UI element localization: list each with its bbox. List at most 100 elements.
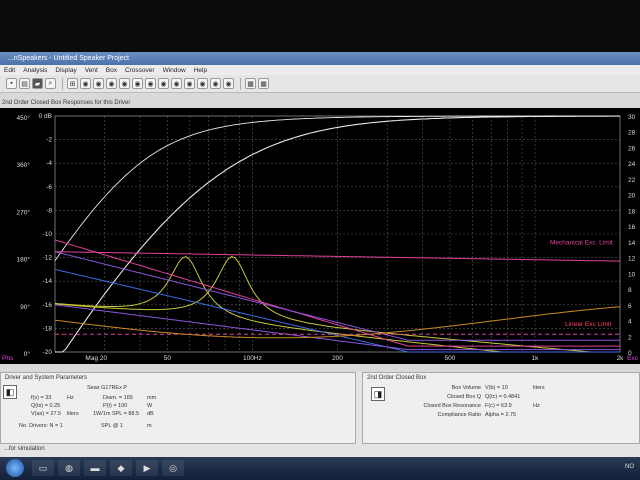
diam-value[interactable]: Diam. = 165 — [103, 395, 133, 401]
window-title: ...nSpeakers - Untitled Speaker Project — [8, 55, 130, 62]
target-icon[interactable]: ◉ — [171, 78, 182, 89]
power-value[interactable]: P(t) = 100 — [103, 403, 127, 409]
db-tick-label: -6 — [46, 184, 52, 191]
vas-unit: liters — [67, 411, 79, 417]
menu-vent[interactable]: Vent — [85, 67, 98, 74]
grid-icon[interactable]: ▦ — [258, 78, 269, 89]
diam-unit: mm — [147, 395, 157, 401]
excursion-tick-label: 16 — [628, 224, 636, 231]
browser-icon[interactable]: ◍ — [58, 460, 80, 476]
fs-value[interactable]: f(s) = 33 — [31, 395, 51, 401]
speaker-app-icon[interactable]: ◎ — [162, 460, 184, 476]
menu-crossover[interactable]: Crossover — [125, 67, 155, 74]
target-icon[interactable]: ◉ — [158, 78, 169, 89]
box-resonance-value[interactable]: F(c) = 63.9 — [485, 403, 512, 409]
frequency-tick-label: 200 — [332, 355, 343, 362]
box-volume-value[interactable]: V(b) = 10 — [485, 385, 508, 391]
box-panel: 2nd Order Closed Box ◨ Box Volume V(b) =… — [362, 372, 640, 444]
target-icon[interactable]: ◉ — [145, 78, 156, 89]
target-icon[interactable]: ◉ — [119, 78, 130, 89]
app-icon[interactable]: ◆ — [110, 460, 132, 476]
target-icon[interactable]: ◉ — [223, 78, 234, 89]
phase-tick-label: 0° — [24, 350, 31, 358]
target-icon[interactable]: ◉ — [106, 78, 117, 89]
status-bar: ...for simulation — [4, 446, 45, 452]
zoom-icon[interactable]: ⌕ — [45, 78, 56, 89]
menu-analysis[interactable]: Analysis — [23, 67, 47, 74]
vas-value[interactable]: V(as) = 27.5 — [31, 411, 61, 417]
phase-tick-label: 180° — [17, 256, 31, 264]
driver-panel-title: Driver and System Parameters — [5, 375, 88, 381]
toolbar: ▪ ▤ ▰ ⌕ ⊞ ◉ ◉ ◉ ◉ ◉ ◉ ◉ ◉ ◉ ◉ ◉ ◉ ▦ ▦ — [0, 75, 640, 93]
target-icon[interactable]: ◉ — [197, 78, 208, 89]
grid-icon[interactable]: ▦ — [245, 78, 256, 89]
target-icon[interactable]: ◉ — [184, 78, 195, 89]
print-icon[interactable]: ▤ — [19, 78, 30, 89]
target-icon[interactable]: ◉ — [80, 78, 91, 89]
menu-box[interactable]: Box — [106, 67, 117, 74]
graph-title-bar: 2nd Order Closed Box Responses for this … — [0, 97, 640, 108]
menu-display[interactable]: Display — [55, 67, 76, 74]
media-icon[interactable]: ▶ — [136, 460, 158, 476]
frequency-tick-label: 100Hz — [243, 355, 262, 362]
driver-panel: Driver and System Parameters ◧ Seas G17R… — [0, 372, 356, 444]
toolbar-divider — [62, 77, 63, 90]
excursion-tick-label: 12 — [628, 256, 636, 263]
excursion-corner-label: Exc — [627, 355, 639, 362]
excursion-tick-label: 30 — [628, 114, 636, 121]
start-button[interactable] — [6, 459, 24, 477]
toolbar-divider — [240, 77, 241, 90]
save-icon[interactable]: ▪ — [6, 78, 17, 89]
frequency-tick-label: Mag 20 — [85, 355, 107, 362]
compliance-value[interactable]: Alpha = 2.75 — [485, 412, 516, 418]
db-tick-label: -14 — [43, 278, 53, 285]
phase-tick-label: 90° — [20, 303, 30, 311]
spl-distance[interactable]: SPL @ 1 — [101, 423, 123, 429]
response-graph[interactable]: 450° 360° 270° 180° 90° 0° 0 dB -2 -4 -6 -8 -10 -12 -… — [0, 108, 640, 364]
menu-window[interactable]: Window — [163, 67, 186, 74]
open-icon[interactable]: ▰ — [32, 78, 43, 89]
excursion-tick-label: 6 — [628, 303, 632, 310]
box-q-label: Closed Box Q — [447, 394, 481, 400]
excursion-tick-label: 18 — [628, 208, 636, 215]
phase-tick-label: 270° — [17, 208, 31, 216]
qts-value[interactable]: Q(ts) = 0.25 — [31, 403, 60, 409]
spl-unit: dB — [147, 411, 154, 417]
menu-help[interactable]: Help — [194, 67, 207, 74]
chart-icon[interactable]: ⊞ — [67, 78, 78, 89]
system-tray[interactable]: NO — [625, 464, 634, 470]
excursion-tick-label: 8 — [628, 287, 632, 294]
box-icon[interactable]: ◨ — [371, 387, 385, 401]
excursion-tick-label: 14 — [628, 240, 636, 247]
db-tick-label: -8 — [46, 207, 52, 214]
frequency-tick-label: 50 — [164, 355, 172, 362]
db-tick-label: -20 — [43, 349, 53, 356]
frequency-tick-label: 1k — [532, 355, 540, 362]
mechanical-limit-label: Mechanical Exc. Limit — [550, 240, 613, 247]
driver-name[interactable]: Seas G17REx P — [87, 385, 127, 391]
phase-corner-label: Phs — [2, 355, 14, 362]
speaker-icon[interactable]: ◧ — [3, 385, 17, 399]
excursion-tick-label: 10 — [628, 271, 636, 278]
bottom-panels: Driver and System Parameters ◧ Seas G17R… — [0, 372, 640, 460]
box-resonance-unit: Hz — [533, 403, 540, 409]
target-icon[interactable]: ◉ — [210, 78, 221, 89]
frequency-tick-label: 500 — [444, 355, 455, 362]
drivers-count[interactable]: No. Drivers: N = 1 — [19, 423, 63, 429]
box-q-value[interactable]: Q(tc) = 0.4841 — [485, 394, 520, 400]
db-tick-label: -10 — [43, 231, 53, 238]
menu-edit[interactable]: Edit — [4, 67, 15, 74]
folder-icon[interactable]: ▬ — [84, 460, 106, 476]
title-bar: ...nSpeakers - Untitled Speaker Project — [0, 52, 640, 65]
graph-grid — [54, 115, 621, 353]
target-icon[interactable]: ◉ — [93, 78, 104, 89]
spl-value[interactable]: 1W/1m SPL = 88.5 — [93, 411, 139, 417]
db-tick-label: -2 — [46, 137, 52, 144]
graph-title: 2nd Order Closed Box Responses for this … — [2, 99, 131, 106]
linear-limit-label: Linear Exc Limit — [565, 321, 611, 328]
fs-unit: Hz — [67, 395, 74, 401]
menu-bar: Edit Analysis Display Vent Box Crossover… — [0, 65, 640, 75]
box-volume-label: Box Volume — [451, 385, 481, 391]
target-icon[interactable]: ◉ — [132, 78, 143, 89]
explorer-icon[interactable]: ▭ — [32, 460, 54, 476]
